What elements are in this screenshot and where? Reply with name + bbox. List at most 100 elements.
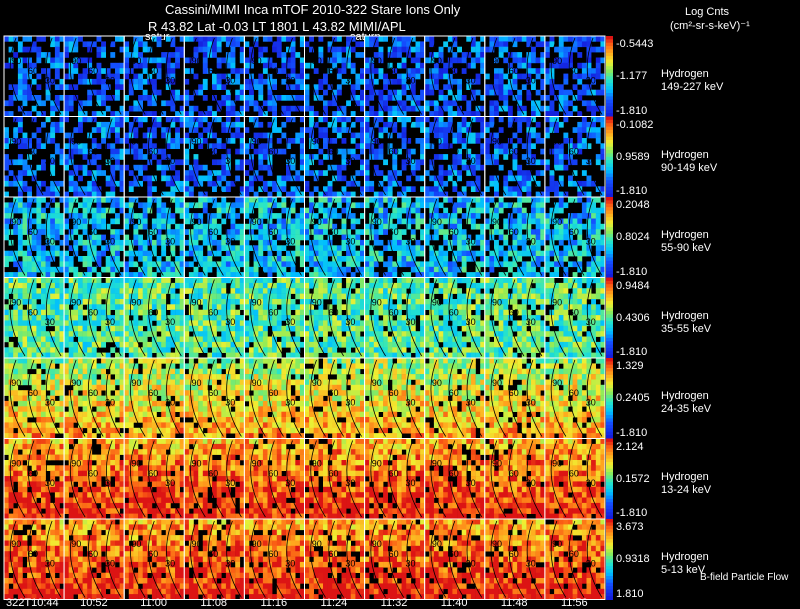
- heatmap-cell: [475, 89, 481, 96]
- heatmap-cell: [124, 95, 130, 101]
- heatmap-cell: [415, 213, 421, 219]
- heatmap-cell: [475, 132, 481, 139]
- heatmap-cell: [142, 89, 148, 96]
- heatmap-cell: [262, 180, 268, 187]
- heatmap-cell: [318, 46, 324, 53]
- heatmap-cell: [424, 239, 430, 246]
- heatmap-cell: [198, 175, 204, 182]
- heatmap-cell: [563, 256, 569, 262]
- heatmap-cell: [216, 336, 222, 343]
- heatmap-cell: [147, 57, 153, 64]
- heatmap-cell: [484, 202, 490, 209]
- heatmap-cell: [45, 336, 51, 343]
- heatmap-cell: [517, 218, 523, 225]
- contour-label: 60: [148, 227, 158, 237]
- heatmap-cell: [549, 89, 555, 96]
- heatmap-cell: [230, 105, 236, 112]
- heatmap-cell: [424, 191, 430, 198]
- heatmap-cell: [447, 272, 453, 278]
- heatmap-cell: [295, 197, 301, 203]
- heatmap-cell: [230, 68, 236, 74]
- heatmap-cell: [517, 272, 523, 278]
- heatmap-panel: 906030: [64, 277, 125, 359]
- contour-label: 90: [71, 217, 81, 227]
- heatmap-cell: [489, 261, 495, 268]
- heatmap-cell: [378, 73, 384, 80]
- colorbar-segment: [606, 240, 613, 245]
- heatmap-cell: [323, 186, 328, 192]
- heatmap-cell: [101, 95, 106, 101]
- heatmap-cell: [443, 250, 449, 257]
- heatmap-cell: [258, 202, 264, 209]
- heatmap-cell: [323, 116, 328, 123]
- heatmap-cell: [295, 304, 301, 310]
- heatmap-cell: [309, 229, 314, 235]
- heatmap-cell: [554, 111, 559, 117]
- heatmap-cell: [22, 95, 28, 101]
- heatmap-cell: [397, 218, 402, 225]
- heatmap-panel: 906030: [244, 197, 305, 278]
- heatmap-cell: [36, 277, 42, 284]
- heatmap-cell: [17, 309, 23, 316]
- heatmap-cell: [494, 105, 499, 112]
- heatmap-cell: [507, 261, 513, 268]
- heatmap-cell: [198, 256, 204, 262]
- heatmap-cell: [517, 175, 523, 182]
- heatmap-cell: [424, 143, 430, 149]
- heatmap-cell: [244, 272, 250, 278]
- heatmap-cell: [364, 62, 370, 69]
- heatmap-cell: [115, 89, 120, 96]
- heatmap-cell: [68, 256, 74, 262]
- heatmap-cell: [581, 170, 587, 176]
- heatmap-cell: [202, 78, 208, 85]
- heatmap-cell: [184, 78, 190, 85]
- heatmap-cell: [156, 36, 162, 42]
- heatmap-cell: [184, 148, 190, 155]
- heatmap-cell: [517, 170, 523, 176]
- heatmap-cell: [272, 105, 277, 112]
- contour-label: 60: [268, 227, 278, 237]
- heatmap-panel: 906030: [4, 36, 65, 117]
- heatmap-cell: [318, 320, 324, 327]
- heatmap-cell: [355, 256, 361, 262]
- heatmap-cell: [341, 218, 347, 225]
- heatmap-cell: [355, 288, 361, 294]
- heatmap-cell: [4, 331, 9, 337]
- heatmap-cell: [290, 52, 296, 58]
- heatmap-cell: [8, 347, 14, 353]
- heatmap-cell: [115, 68, 120, 74]
- contour-label: 60: [509, 66, 519, 76]
- heatmap-cell: [138, 277, 143, 284]
- heatmap-cell: [475, 78, 481, 85]
- heatmap-cell: [346, 261, 351, 268]
- heatmap-cell: [281, 293, 287, 300]
- heatmap-cell: [17, 207, 23, 214]
- heatmap-cell: [503, 41, 509, 48]
- heatmap-cell: [198, 331, 204, 337]
- heatmap-cell: [503, 84, 509, 90]
- heatmap-cell: [4, 352, 9, 359]
- heatmap-cell: [78, 336, 83, 343]
- heatmap-cell: [78, 288, 83, 294]
- heatmap-cell: [595, 73, 601, 80]
- heatmap-cell: [304, 100, 310, 107]
- heatmap-cell: [175, 256, 180, 262]
- heatmap-cell: [78, 127, 83, 133]
- heatmap-cell: [350, 213, 356, 219]
- heatmap-cell: [244, 57, 250, 64]
- heatmap-cell: [221, 288, 227, 294]
- heatmap-cell: [64, 336, 69, 343]
- heatmap-cell: [503, 202, 509, 209]
- heatmap-cell: [31, 239, 37, 246]
- heatmap-cell: [290, 304, 296, 310]
- heatmap-cell: [105, 256, 111, 262]
- heatmap-cell: [175, 325, 180, 332]
- heatmap-cell: [41, 266, 46, 273]
- heatmap-cell: [105, 336, 111, 343]
- heatmap-cell: [581, 36, 587, 42]
- heatmap-cell: [341, 223, 347, 230]
- heatmap-cell: [8, 277, 14, 284]
- heatmap-cell: [503, 105, 509, 112]
- heatmap-cell: [4, 336, 9, 343]
- heatmap-cell: [91, 78, 97, 85]
